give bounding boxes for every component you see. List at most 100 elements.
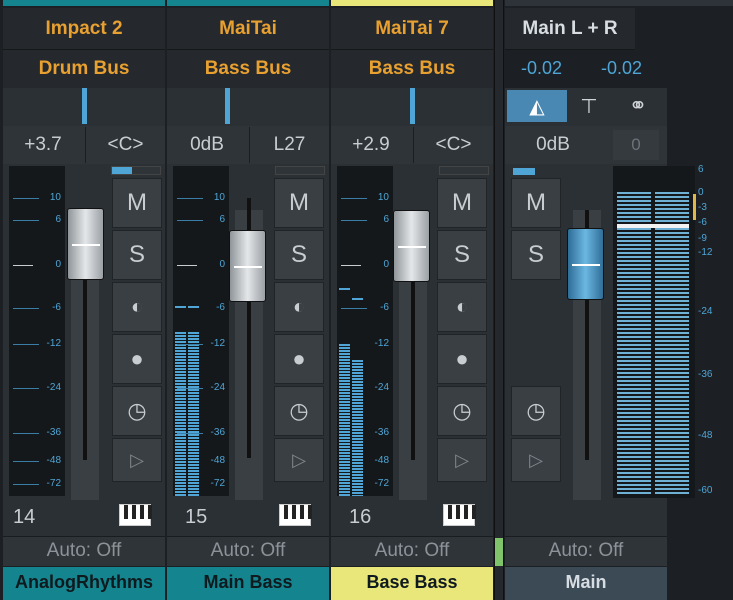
pan-mini-bar (439, 166, 489, 175)
right-edge-panel (667, 500, 733, 600)
mute-button[interactable]: M (112, 178, 162, 228)
scale-label: 6 (219, 214, 225, 225)
scale-label: -6 (380, 302, 389, 313)
channel-color-bar (331, 0, 493, 6)
master-volume-value[interactable]: 0dB (505, 127, 601, 163)
scale-label: 6 (55, 214, 61, 225)
volume-value[interactable]: 0dB (167, 127, 247, 163)
headphone-monitor-icon[interactable]: ◐ (112, 282, 162, 332)
metronome-icon[interactable]: ◭ (507, 90, 567, 122)
master-meter-left (617, 192, 651, 496)
solo-button[interactable]: S (511, 230, 561, 280)
scale-label: -48 (210, 455, 225, 466)
link-icon[interactable]: ⚭ (613, 90, 663, 122)
pan-value[interactable]: <C> (413, 127, 493, 163)
output-bus-selector[interactable]: Bass Bus (331, 50, 493, 88)
scale-label: -72 (46, 478, 61, 489)
channel-strip-maitai: MaiTai Bass Bus 0dB L27 10 6 0 -6 -12 -2… (167, 0, 329, 600)
channel-meter-mini (225, 88, 230, 124)
keyboard-icon (443, 504, 476, 526)
channel-name[interactable]: MaiTai 7 (331, 8, 493, 50)
master-name[interactable]: Main L + R (505, 8, 635, 50)
meter-scale-labels: 10 6 0 -6 -12 -24 -36 -48 -72 (363, 192, 389, 492)
channel-name[interactable]: MaiTai (167, 8, 329, 50)
scale-label: 6 (698, 164, 704, 175)
channel-color-bar (3, 0, 165, 6)
scale-label: -60 (698, 485, 713, 496)
automation-mode[interactable]: Auto: Off (331, 536, 493, 566)
record-arm-icon[interactable]: ● (112, 334, 162, 384)
channel-name[interactable]: Impact 2 (3, 8, 165, 50)
channel-label[interactable]: AnalogRhythms (3, 567, 165, 600)
meter-scale-labels: 10 6 0 -6 -12 -24 -36 -48 -72 (199, 192, 225, 492)
channel-label[interactable]: Base Bass (331, 567, 493, 600)
headphone-monitor-icon[interactable]: ◐ (437, 282, 487, 332)
master-fader-handle[interactable] (567, 228, 604, 300)
mute-button[interactable]: M (274, 178, 324, 228)
pin-icon[interactable]: ⊤ (569, 90, 609, 122)
volume-fader-handle[interactable] (393, 210, 430, 282)
volume-fader-handle[interactable] (229, 230, 266, 302)
input-knob-icon[interactable]: ◷ (437, 386, 487, 436)
scale-label: -12 (46, 338, 61, 349)
input-knob-icon[interactable]: ◷ (112, 386, 162, 436)
volume-fader-handle[interactable] (67, 208, 104, 280)
automation-mode[interactable]: Auto: Off (3, 536, 165, 566)
solo-button[interactable]: S (437, 230, 487, 280)
play-icon[interactable]: ▷ (511, 438, 561, 482)
mute-button[interactable]: M (437, 178, 487, 228)
master-peak-value: 0 (613, 130, 659, 160)
solo-button[interactable]: S (274, 230, 324, 280)
master-meter-right (655, 192, 689, 496)
channel-label[interactable]: Main Bass (167, 567, 329, 600)
volume-value[interactable]: +3.7 (3, 127, 83, 163)
scale-label: 0 (55, 259, 61, 270)
input-knob-icon[interactable]: ◷ (274, 386, 324, 436)
scale-label: -72 (374, 478, 389, 489)
scale-label: -24 (46, 382, 61, 393)
master-strip: Main L + R -0.02 -0.02 ◭ ⊤ ⚭ 0dB 0 M S ◷… (505, 0, 733, 600)
play-icon[interactable]: ▷ (112, 438, 162, 482)
scale-label: 6 (383, 214, 389, 225)
mute-button[interactable]: M (511, 178, 561, 228)
output-bus-selector[interactable]: Bass Bus (167, 50, 329, 88)
scale-label: -6 (216, 302, 225, 313)
scale-label: -24 (374, 382, 389, 393)
record-arm-icon[interactable]: ● (437, 334, 487, 384)
automation-mode[interactable]: Auto: Off (167, 536, 329, 566)
scale-label: 0 (219, 259, 225, 270)
channel-meter-mini (410, 88, 415, 124)
channel-divider (494, 0, 504, 600)
master-peak-hold (693, 194, 696, 220)
play-icon[interactable]: ▷ (437, 438, 487, 482)
channel-strip-maitai-7: MaiTai 7 Bass Bus +2.9 <C> 10 6 0 -6 -12… (331, 0, 493, 600)
scale-label: -48 (698, 430, 713, 441)
headphone-monitor-icon[interactable]: ◐ (274, 282, 324, 332)
scale-label: -24 (210, 382, 225, 393)
channel-number: 16 (349, 506, 372, 528)
master-label[interactable]: Main (505, 567, 667, 600)
scale-label: -12 (210, 338, 225, 349)
channel-strip-impact-2: Impact 2 Drum Bus +3.7 <C> 10 6 0 -6 -12… (3, 0, 165, 600)
pan-value[interactable]: L27 (249, 127, 329, 163)
scale-label: -12 (374, 338, 389, 349)
scale-label: -6 (698, 217, 707, 228)
master-scale-labels: 6 0 -3 -6 -9 -12 -24 -36 -48 -60 (698, 160, 732, 500)
play-icon[interactable]: ▷ (274, 438, 324, 482)
output-bus-selector[interactable]: Drum Bus (3, 50, 165, 88)
solo-button[interactable]: S (112, 230, 162, 280)
scale-label: 0 (383, 259, 389, 270)
input-knob-icon[interactable]: ◷ (511, 386, 561, 436)
master-peak-line (617, 224, 689, 228)
divider-color-mark (495, 538, 503, 566)
scale-label: -48 (46, 455, 61, 466)
insert-area[interactable] (167, 88, 329, 126)
volume-value[interactable]: +2.9 (331, 127, 411, 163)
pan-value[interactable]: <C> (85, 127, 165, 163)
master-level-left: -0.02 (521, 58, 563, 78)
keyboard-icon (279, 504, 312, 526)
automation-mode[interactable]: Auto: Off (505, 536, 667, 566)
scale-label: -36 (374, 427, 389, 438)
record-arm-icon[interactable]: ● (274, 334, 324, 384)
master-mini-bar (513, 168, 535, 175)
